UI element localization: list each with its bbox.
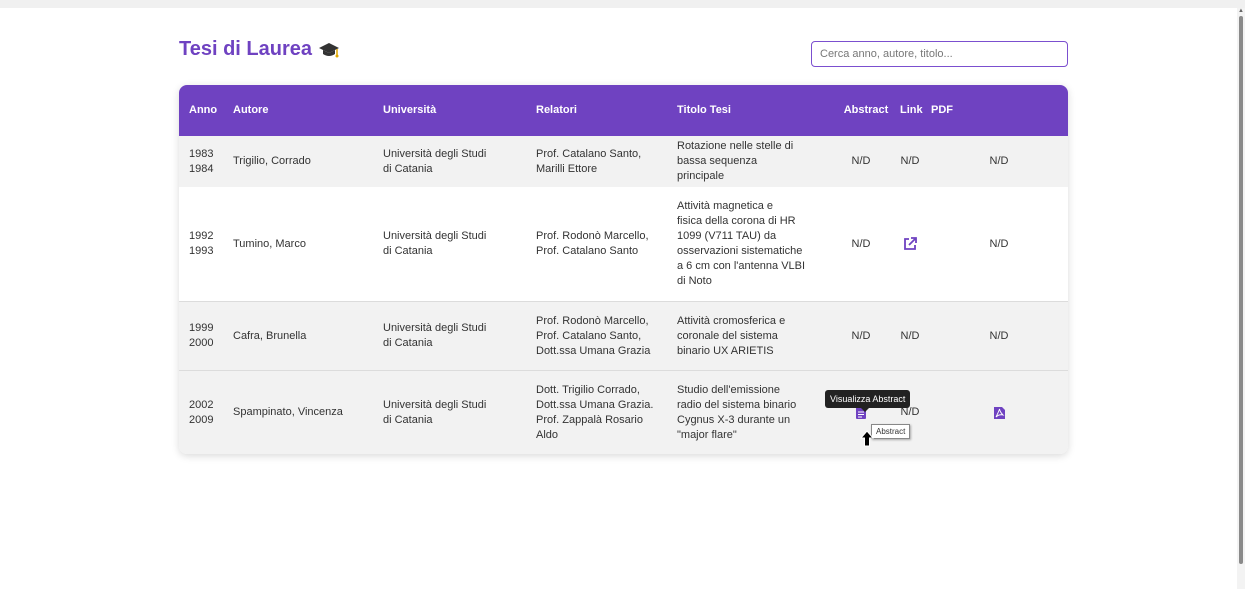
cell-abstract: N/D bbox=[851, 237, 871, 250]
search-input[interactable] bbox=[811, 41, 1068, 67]
pdf-file-icon[interactable] bbox=[993, 406, 1005, 419]
page-title: Tesi di Laurea bbox=[179, 38, 340, 61]
cell-link bbox=[890, 187, 930, 301]
native-title-tooltip: Abstract bbox=[871, 424, 911, 439]
cell-link: N/D bbox=[900, 406, 920, 418]
cell-abstract: N/D bbox=[851, 155, 871, 167]
cell-relatori: Prof. Rodonò Marcello, Prof. Catalano Sa… bbox=[536, 230, 649, 257]
cell-pdf: N/D bbox=[989, 237, 1009, 250]
cell-universita: Università degli Studi di Catania bbox=[383, 230, 487, 257]
cell-pdf bbox=[969, 371, 1029, 454]
cell-link: N/D bbox=[900, 155, 920, 167]
cell-pdf: N/D bbox=[989, 329, 1009, 342]
cell-relatori: Prof. Catalano Santo, Marilli Ettore bbox=[536, 147, 642, 175]
mouse-cursor-icon bbox=[860, 430, 874, 447]
cell-titolo: Attività magnetica e fisica della corona… bbox=[677, 200, 806, 287]
cell-relatori: Prof. Rodonò Marcello, Prof. Catalano Sa… bbox=[536, 314, 651, 357]
header-pdf[interactable]: PDF bbox=[931, 85, 953, 136]
cell-anno: 1992 1993 bbox=[189, 230, 214, 257]
cell-autore: Cafra, Brunella bbox=[233, 329, 307, 342]
cell-titolo: Rotazione nelle stelle di bassa sequenza… bbox=[677, 140, 794, 182]
cell-relatori: Dott. Trigilio Corrado, Dott.ssa Umana G… bbox=[536, 383, 654, 441]
scroll-up-arrow-icon[interactable]: ▲ bbox=[1238, 8, 1244, 14]
abstract-tooltip: Visualizza Abstract bbox=[825, 390, 911, 412]
cell-anno: 1983 1984 bbox=[189, 147, 214, 175]
cell-universita: Università degli Studi di Catania bbox=[383, 322, 487, 349]
external-link-icon[interactable] bbox=[903, 237, 917, 251]
table-row: 1999 2000 Cafra, Brunella Università deg… bbox=[179, 301, 1068, 370]
header-abstract[interactable]: Abstract bbox=[844, 85, 889, 136]
cell-titolo: Studio dell'emissione radio del sistema … bbox=[677, 383, 797, 441]
table-row: 2002 2009 Spampinato, Vincenza Universit… bbox=[179, 370, 1068, 454]
cell-anno: 1999 2000 bbox=[189, 322, 214, 349]
page-scrollbar[interactable]: ▲ bbox=[1237, 8, 1245, 589]
cell-pdf: N/D bbox=[989, 155, 1009, 167]
cell-anno: 2002 2009 bbox=[189, 398, 214, 426]
browser-top-edge bbox=[0, 0, 1245, 8]
cell-autore: Tumino, Marco bbox=[233, 237, 306, 250]
graduation-cap-icon bbox=[319, 42, 340, 57]
header-link[interactable]: Link bbox=[900, 85, 923, 136]
cell-titolo: Attività cromosferica e coronale del sis… bbox=[677, 314, 786, 357]
cell-autore: Spampinato, Vincenza bbox=[233, 406, 343, 418]
cell-autore: Trigilio, Corrado bbox=[233, 155, 311, 167]
table-row: 1992 1993 Tumino, Marco Università degli… bbox=[179, 187, 1068, 301]
cell-abstract: N/D bbox=[851, 329, 871, 342]
header-anno[interactable]: Anno bbox=[189, 85, 217, 136]
table-header: Anno Autore Università Relatori Titolo T… bbox=[179, 85, 1068, 136]
cell-universita: Università degli Studi di Catania bbox=[383, 398, 487, 426]
header-titolo[interactable]: Titolo Tesi bbox=[677, 85, 731, 136]
scrollbar-thumb[interactable] bbox=[1239, 16, 1243, 564]
header-universita[interactable]: Università bbox=[383, 85, 436, 136]
page-title-text: Tesi di Laurea bbox=[179, 38, 313, 60]
theses-table: Anno Autore Università Relatori Titolo T… bbox=[179, 85, 1068, 454]
cell-link: N/D bbox=[900, 329, 920, 342]
table-row: 1983 1984 Trigilio, Corrado Università d… bbox=[179, 136, 1068, 187]
header-autore[interactable]: Autore bbox=[233, 85, 268, 136]
header-relatori[interactable]: Relatori bbox=[536, 85, 577, 136]
cell-universita: Università degli Studi di Catania bbox=[383, 147, 487, 175]
